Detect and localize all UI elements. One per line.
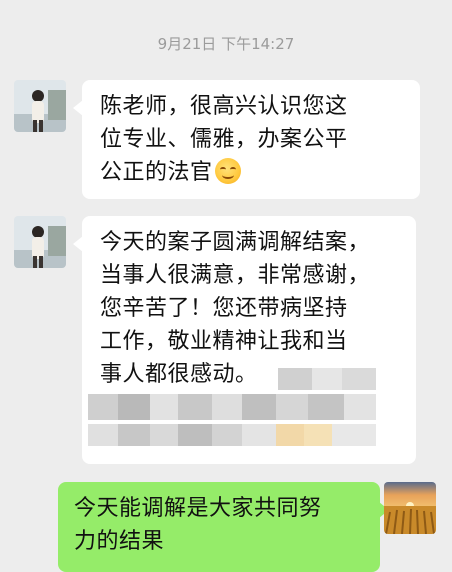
message-line: 今天的案子圆满调解结案， [100, 230, 371, 255]
person-photo-icon [14, 80, 66, 132]
message-line: 公正的法官 [100, 160, 213, 185]
message-timestamp: 9月21日 下午14:27 [157, 35, 295, 53]
contact-avatar[interactable] [14, 216, 66, 268]
message-line: 工作，敬业精神让我和当 [100, 329, 348, 354]
message-line: 您辛苦了！您还带病坚持 [100, 296, 348, 321]
person-photo-icon [14, 216, 66, 268]
message-line: 今天能调解是大家共同努 [74, 496, 322, 521]
message-line: 力的结果 [74, 529, 165, 554]
self-avatar[interactable] [384, 482, 436, 534]
message-line: 陈老师，很高兴认识您这 [100, 94, 348, 119]
wheat-field-photo-icon [384, 482, 436, 534]
outgoing-message-bubble[interactable]: 今天能调解是大家共同努 力的结果 [58, 482, 389, 572]
smile-emoji-icon [214, 158, 241, 184]
message-line: 当事人很满意，非常感谢， [100, 263, 371, 288]
incoming-message-bubble[interactable]: 陈老师，很高兴认识您这 位专业、儒雅，办案公平 公正的法官 [73, 80, 420, 199]
message-line: 位专业、儒雅，办案公平 [100, 127, 348, 152]
contact-avatar[interactable] [14, 80, 66, 132]
